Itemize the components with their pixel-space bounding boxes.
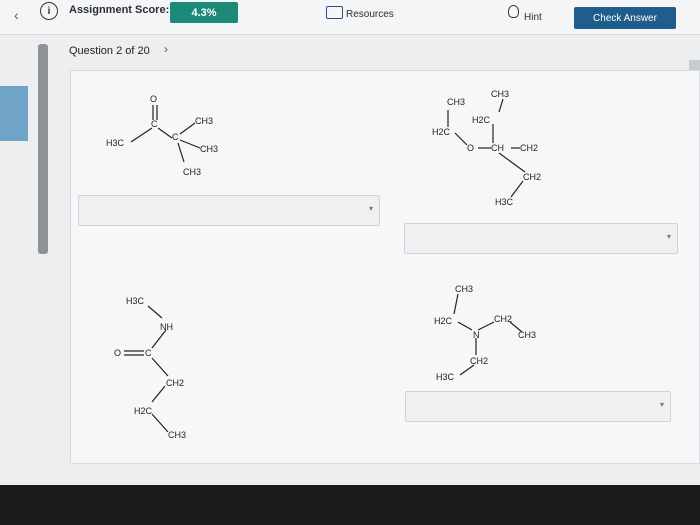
app-screen: ‹ i Assignment Score: 4.3% Resources Hin… bbox=[0, 0, 700, 485]
left-sidebar-strip bbox=[0, 86, 28, 141]
atom-h3c: H3C bbox=[106, 138, 125, 148]
chevron-down-icon: ▾ bbox=[666, 232, 671, 241]
info-icon[interactable]: i bbox=[40, 2, 58, 20]
atom-h3c: H3C bbox=[495, 197, 514, 207]
atom-ch2: CH2 bbox=[523, 172, 541, 182]
atom-h2c: H2C bbox=[434, 316, 453, 326]
atom-c: C bbox=[151, 119, 158, 129]
top-toolbar: ‹ i Assignment Score: 4.3% Resources Hin… bbox=[0, 0, 700, 35]
atom-h2c: H2C bbox=[432, 127, 451, 137]
question-nav: ‹ Question 2 of 20 › bbox=[0, 34, 700, 66]
back-chevron-icon[interactable]: ‹ bbox=[14, 7, 19, 23]
atom-ch3: CH3 bbox=[518, 330, 536, 340]
resources-link[interactable]: Resources bbox=[346, 9, 394, 20]
atom-ch3: CH3 bbox=[200, 144, 218, 154]
atom-ch3: CH3 bbox=[447, 97, 465, 107]
atom-ch3: CH3 bbox=[195, 116, 213, 126]
atom-h2c: H2C bbox=[134, 406, 153, 416]
atom-o: O bbox=[114, 348, 121, 358]
hint-link[interactable]: Hint bbox=[524, 12, 542, 23]
atom-ch3: CH3 bbox=[168, 430, 186, 440]
atom-n: N bbox=[473, 330, 480, 340]
atom-ch3: CH3 bbox=[491, 89, 509, 99]
lightbulb-icon[interactable] bbox=[508, 5, 519, 18]
question-label: Question 2 of 20 bbox=[69, 45, 150, 57]
answer-dropdown-1[interactable]: ▾ bbox=[78, 195, 380, 226]
molecule-3-structure: H3C NH O C CH2 H2C CH3 bbox=[114, 296, 186, 440]
next-question-chevron-icon[interactable]: › bbox=[164, 42, 168, 56]
atom-h3c: H3C bbox=[436, 372, 455, 382]
chevron-down-icon: ▾ bbox=[659, 400, 664, 409]
chevron-down-icon: ▾ bbox=[368, 204, 373, 213]
score-badge: 4.3% bbox=[170, 2, 238, 23]
atom-ch2: CH2 bbox=[470, 356, 488, 366]
atom-h2c: H2C bbox=[472, 115, 491, 125]
molecule-2-structure: CH3 CH3 H2C H2C O CH CH2 CH2 H3C bbox=[432, 89, 541, 207]
atom-o: O bbox=[150, 94, 157, 104]
atom-c: C bbox=[172, 132, 179, 142]
answer-dropdown-4[interactable]: ▾ bbox=[405, 391, 671, 422]
scrollbar[interactable] bbox=[38, 44, 48, 254]
atom-ch3: CH3 bbox=[183, 167, 201, 177]
atom-ch2: CH2 bbox=[520, 143, 538, 153]
atom-h3c: H3C bbox=[126, 296, 145, 306]
atom-ch2: CH2 bbox=[494, 314, 512, 324]
answer-dropdown-2[interactable]: ▾ bbox=[404, 223, 678, 254]
atom-ch3: CH3 bbox=[455, 284, 473, 294]
atom-ch: CH bbox=[491, 143, 504, 153]
assignment-score-label: Assignment Score: bbox=[69, 4, 170, 16]
check-answer-button[interactable]: Check Answer bbox=[574, 7, 676, 29]
atom-nh: NH bbox=[160, 322, 173, 332]
molecule-1-structure: O C H3C C CH3 CH3 CH3 bbox=[106, 94, 218, 177]
atom-ch2: CH2 bbox=[166, 378, 184, 388]
atom-c: C bbox=[145, 348, 152, 358]
atom-o: O bbox=[467, 143, 474, 153]
folder-icon[interactable] bbox=[326, 6, 343, 19]
molecule-4-structure: CH3 H2C N CH2 CH3 CH2 H3C bbox=[434, 284, 536, 382]
